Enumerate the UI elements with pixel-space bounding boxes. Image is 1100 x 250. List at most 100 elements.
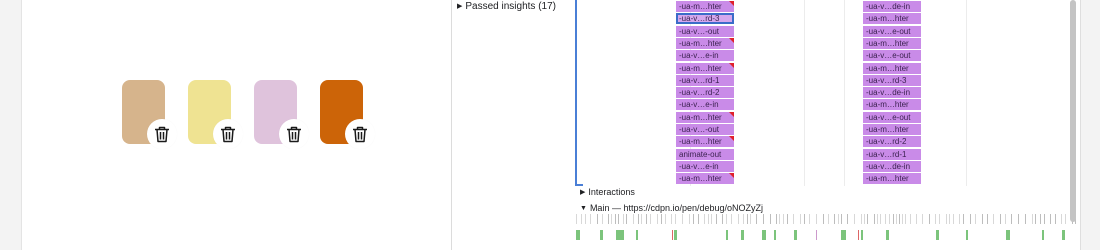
expand-triangle-icon: ▶ (457, 3, 463, 10)
task-bar (936, 230, 939, 240)
task-tick (1050, 214, 1051, 224)
task-tick (675, 214, 676, 224)
delete-button[interactable] (345, 119, 375, 149)
flame-entry[interactable]: -ua-m…hter (676, 136, 734, 148)
flame-entry[interactable]: -ua-m…hter (863, 37, 921, 49)
task-tick (1025, 214, 1026, 224)
task-bar (886, 230, 889, 240)
flame-entry[interactable]: -ua-m…hter (676, 37, 734, 49)
main-thread-ticks (576, 214, 1076, 224)
flame-entry[interactable]: -ua-m…hter (863, 62, 921, 74)
delete-button[interactable] (147, 119, 177, 149)
task-tick (916, 214, 917, 224)
flame-entry[interactable]: -ua-m…hter (676, 173, 734, 185)
task-tick (693, 214, 694, 224)
flame-entry[interactable]: -ua-v…rd-2 (863, 136, 921, 148)
flame-entry[interactable]: -ua-v…rd-3 (863, 74, 921, 86)
task-tick (776, 214, 777, 224)
flame-entry[interactable]: -ua-v…de-in (863, 160, 921, 172)
flame-entry[interactable]: -ua-m…hter (863, 13, 921, 25)
flame-entry[interactable]: -ua-v…e-out (863, 50, 921, 62)
task-tick (743, 214, 744, 224)
task-tick (935, 214, 936, 224)
task-bar (674, 230, 677, 240)
task-tick (946, 214, 947, 224)
interactions-track[interactable]: ▶ Interactions (580, 187, 635, 197)
task-tick (671, 214, 672, 224)
task-bar (576, 230, 580, 240)
color-card-4 (320, 80, 376, 156)
track-selection-bracket (575, 0, 577, 186)
task-tick (747, 214, 748, 224)
task-tick (665, 214, 666, 224)
flame-entry[interactable]: -ua-v…e-in (676, 99, 734, 111)
task-tick (611, 214, 612, 224)
flame-entry[interactable]: -ua-m…hter (863, 124, 921, 135)
task-tick (1011, 214, 1012, 224)
flame-entry[interactable]: -ua-v…rd-2 (676, 87, 734, 99)
task-marker (672, 230, 673, 240)
task-tick (949, 214, 950, 224)
task-tick (970, 214, 971, 224)
task-tick (711, 214, 712, 224)
flame-entry[interactable]: -ua-m…hter (676, 111, 734, 123)
interactions-label: Interactions (588, 187, 635, 197)
vertical-scrollbar[interactable] (1070, 0, 1076, 222)
task-tick (975, 214, 976, 224)
flame-entry[interactable]: -ua-v…e-in (676, 50, 734, 62)
task-tick (608, 214, 609, 224)
delete-button[interactable] (279, 119, 309, 149)
task-tick (847, 214, 848, 224)
flame-entry[interactable]: -ua-v…e-out (863, 111, 921, 123)
flame-entry[interactable]: -ua-m…hter (863, 173, 921, 185)
task-tick (704, 214, 705, 224)
task-tick (1035, 214, 1036, 224)
task-tick (910, 214, 911, 224)
gridline (804, 0, 805, 186)
task-bar (1042, 230, 1044, 240)
flame-entry[interactable]: -ua-m…hter (676, 1, 734, 12)
flame-entry[interactable]: -ua-v…-out (676, 25, 734, 37)
task-tick (576, 214, 577, 224)
task-tick (689, 214, 690, 224)
task-tick (804, 214, 805, 224)
flame-entry[interactable]: -ua-v…rd-1 (863, 148, 921, 160)
flame-entry[interactable]: animate-out (676, 148, 734, 160)
task-tick (602, 214, 603, 224)
trash-icon (155, 126, 169, 142)
task-tick (800, 214, 801, 224)
task-tick (929, 214, 930, 224)
task-tick (633, 214, 634, 224)
flame-entry[interactable]: -ua-v…e-out (863, 25, 921, 37)
task-tick (783, 214, 784, 224)
flame-entry[interactable]: -ua-v…rd-1 (676, 74, 734, 86)
task-tick (585, 214, 586, 224)
task-bar (966, 230, 968, 240)
task-tick (834, 214, 835, 224)
flame-entry[interactable]: -ua-m…hter (676, 62, 734, 74)
task-tick (650, 214, 651, 224)
task-bar (600, 230, 603, 240)
task-tick (809, 214, 810, 224)
task-tick (1061, 214, 1062, 224)
flame-entry[interactable]: -ua-v…e-in (676, 160, 734, 172)
task-tick (899, 214, 900, 224)
task-tick (841, 214, 842, 224)
task-bar (1006, 230, 1010, 240)
task-tick (838, 214, 839, 224)
flame-entry[interactable]: -ua-v…rd-3 (676, 13, 734, 25)
flame-entry[interactable]: -ua-m…hter (863, 99, 921, 111)
task-tick (682, 214, 683, 224)
color-card-1 (122, 80, 178, 156)
task-bar (762, 230, 766, 240)
task-tick (1000, 214, 1001, 224)
delete-button[interactable] (213, 119, 243, 149)
flame-entry[interactable]: -ua-v…de-in (863, 1, 921, 12)
flame-entry[interactable]: -ua-v…de-in (863, 87, 921, 99)
flame-entry[interactable]: -ua-v…-out (676, 124, 734, 135)
task-tick (987, 214, 988, 224)
collapse-triangle-icon: ▼ (580, 205, 587, 212)
task-bar (1062, 230, 1065, 240)
task-tick (877, 214, 878, 224)
passed-insights-toggle[interactable]: ▶ Passed insights (17) (457, 1, 556, 12)
